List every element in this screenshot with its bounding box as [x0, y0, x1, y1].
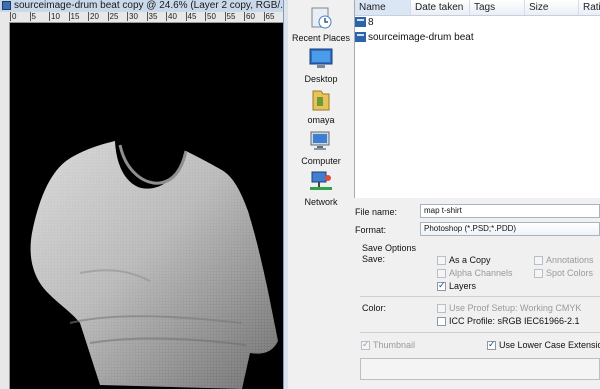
save-dialog: Recent Places Desktop omaya Computer Net… [288, 0, 600, 389]
color-label: Color: [362, 303, 387, 313]
computer-icon [308, 129, 334, 153]
alpha-channels-checkbox[interactable] [437, 269, 446, 278]
places-bar: Recent Places Desktop omaya Computer Net… [288, 0, 354, 207]
save-options-title: Save Options [362, 243, 417, 253]
use-proof-setup-checkbox[interactable] [437, 304, 446, 313]
column-header-rating[interactable]: Ratin [579, 0, 600, 15]
format-label: Format: [355, 225, 387, 235]
save-options-panel: File name: map t-shirt Format: Photoshop… [354, 198, 600, 389]
list-item[interactable]: sourceimage-drum beat [355, 31, 474, 44]
place-label: Network [304, 197, 338, 207]
ruler-tick-label: 25 [107, 12, 119, 21]
psd-file-icon [355, 17, 366, 28]
file-list-header: Name Date taken Tags Size Ratin [355, 0, 600, 16]
ruler-tick-label: 5 [29, 12, 36, 21]
as-a-copy-label: As a Copy [449, 255, 491, 265]
alpha-channels-label: Alpha Channels [449, 268, 513, 278]
document-canvas[interactable] [10, 23, 283, 389]
file-name: 8 [368, 17, 374, 28]
file-list[interactable]: Name Date taken Tags Size Ratin 8 source… [354, 0, 600, 198]
ruler-tick-label: 50 [205, 12, 216, 21]
annotations-label: Annotations [546, 255, 594, 265]
photoshop-document-icon [2, 1, 11, 10]
icc-profile-label: ICC Profile: sRGB IEC61966-2.1 [449, 316, 580, 326]
place-network[interactable]: Network [288, 170, 354, 207]
ruler-tick-label: 20 [88, 12, 99, 21]
format-select[interactable]: Photoshop (*.PSD;*.PDD) [420, 222, 600, 236]
desktop-icon [308, 47, 334, 71]
spot-colors-checkbox[interactable] [534, 269, 543, 278]
vertical-ruler [0, 22, 10, 389]
network-icon [308, 170, 334, 194]
separator [360, 296, 600, 297]
recent-places-icon [308, 6, 334, 30]
psd-file-icon [355, 32, 366, 43]
use-proof-setup-label: Use Proof Setup: Working CMYK [449, 303, 582, 313]
ruler-tick-label: 30 [127, 12, 138, 21]
column-header-date-taken[interactable]: Date taken [411, 0, 470, 15]
ruler-tick-label: 10 [49, 12, 60, 21]
ruler-tick-label: 35 [146, 12, 158, 21]
lower-case-extension-label: Use Lower Case Extension [499, 340, 600, 350]
horizontal-ruler: 0 5 10 15 20 25 30 35 40 45 50 55 60 65 [0, 12, 283, 23]
column-header-size[interactable]: Size [525, 0, 579, 15]
place-recent-places[interactable]: Recent Places [288, 6, 354, 43]
tshirt-image [30, 141, 278, 389]
column-header-tags[interactable]: Tags [470, 0, 525, 15]
file-name-input[interactable]: map t-shirt [420, 204, 600, 218]
place-label: Computer [301, 156, 341, 166]
file-name-label: File name: [355, 207, 398, 217]
place-omaya[interactable]: omaya [288, 88, 354, 125]
lower-case-extension-checkbox[interactable] [487, 339, 496, 350]
save-label: Save: [362, 254, 386, 264]
icc-profile-checkbox[interactable] [437, 317, 446, 326]
ruler-tick-label: 60 [244, 12, 255, 21]
layers-checkbox[interactable] [437, 280, 446, 291]
list-item[interactable]: 8 [355, 16, 374, 29]
place-label: omaya [307, 115, 335, 125]
ruler-tick-label: 45 [185, 12, 197, 21]
user-folder-icon [308, 88, 334, 112]
place-label: Recent Places [291, 33, 351, 43]
ruler-tick-label: 15 [68, 12, 80, 21]
info-box [360, 358, 600, 380]
place-computer[interactable]: Computer [288, 129, 354, 166]
ruler-tick-label: 55 [224, 12, 236, 21]
ruler-tick-label: 0 [9, 12, 17, 21]
ruler-tick-label: 40 [166, 12, 177, 21]
as-a-copy-checkbox[interactable] [437, 256, 446, 265]
place-desktop[interactable]: Desktop [288, 47, 354, 84]
place-label: Desktop [304, 74, 338, 84]
spot-colors-label: Spot Colors [546, 268, 594, 278]
thumbnail-checkbox[interactable] [361, 339, 370, 350]
file-name: sourceimage-drum beat [368, 32, 474, 43]
thumbnail-label: Thumbnail [373, 340, 416, 350]
ruler-tick-label: 65 [263, 12, 275, 21]
annotations-checkbox[interactable] [534, 256, 543, 265]
column-header-name[interactable]: Name [355, 0, 411, 15]
document-window: sourceimage-drum beat copy @ 24.6% (Laye… [0, 0, 283, 389]
layers-label: Layers [449, 281, 477, 291]
separator [360, 332, 600, 333]
document-title: sourceimage-drum beat copy @ 24.6% (Laye… [14, 0, 283, 11]
